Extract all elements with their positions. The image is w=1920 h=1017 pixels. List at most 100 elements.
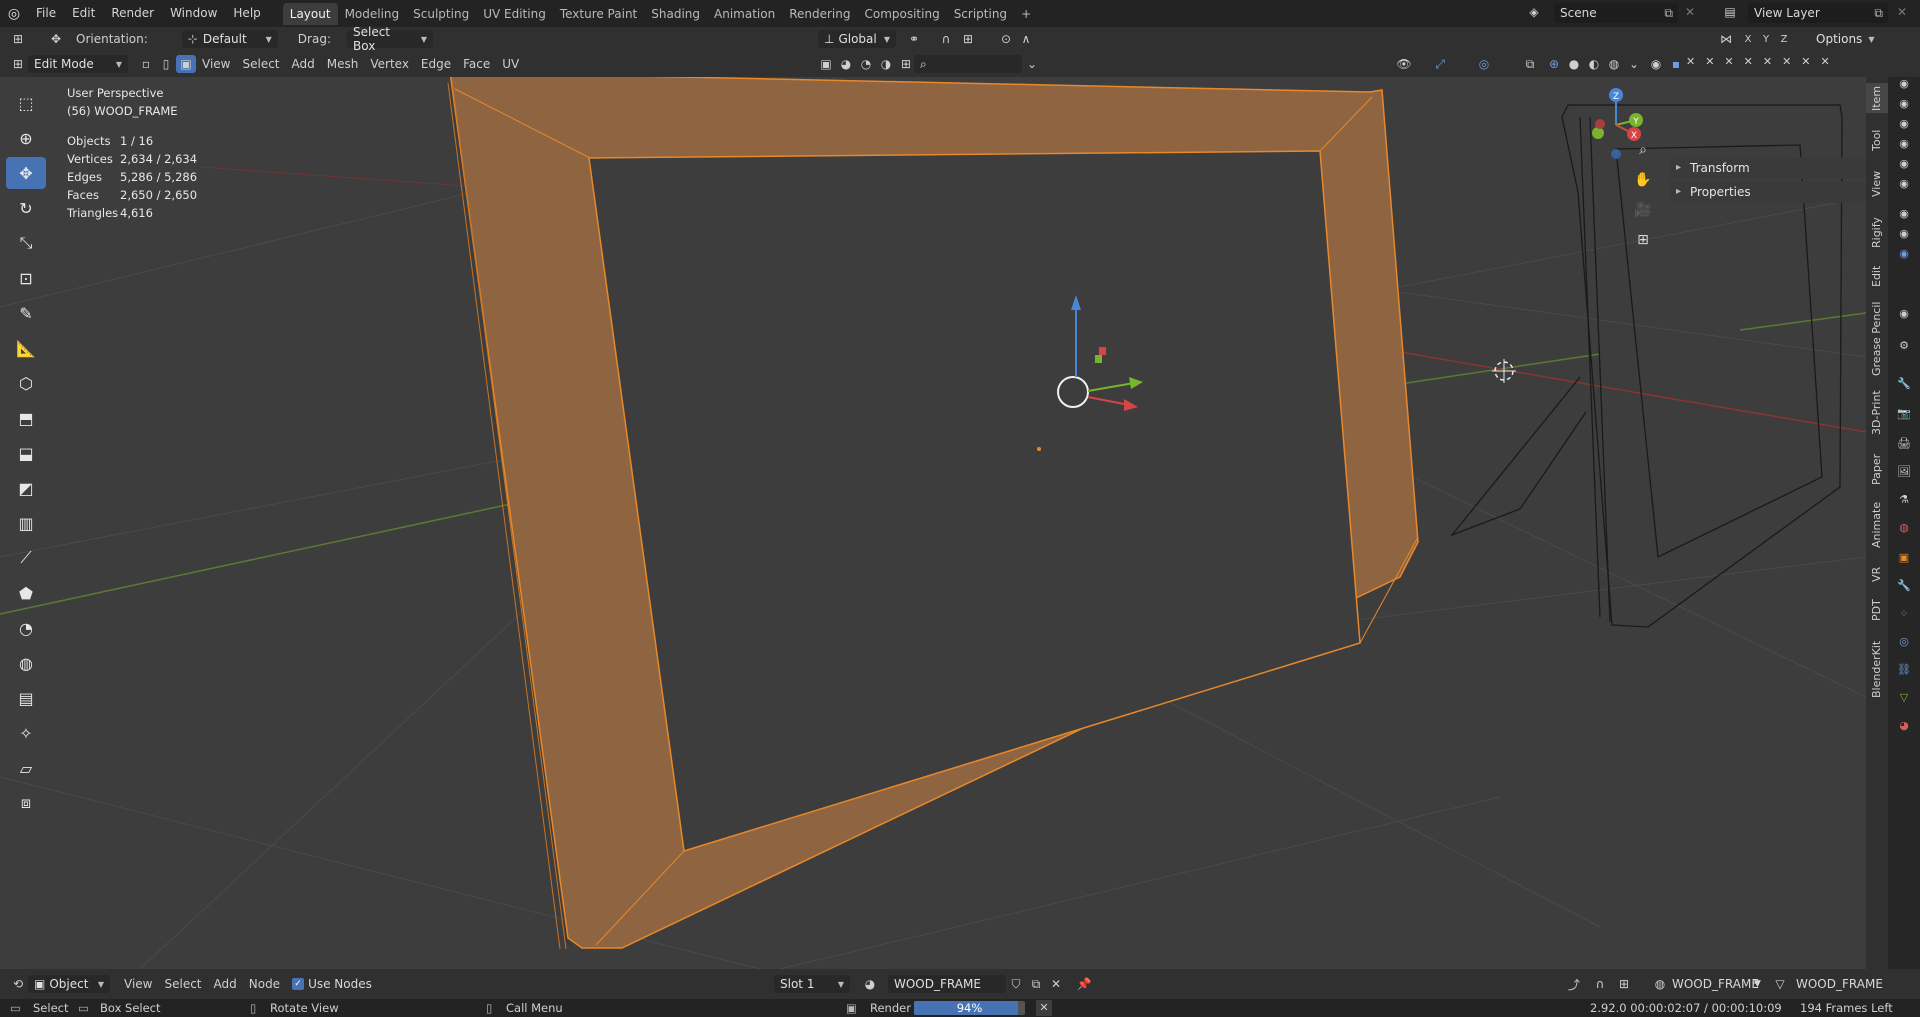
particles-properties-icon[interactable]: ⁘ [1896, 607, 1912, 621]
rendered-shading-icon[interactable]: ◍ [1604, 55, 1624, 73]
move-tool-icon[interactable]: ✥ [46, 30, 66, 48]
rotate-icon[interactable]: ↻ [6, 192, 46, 224]
node-tree-icon[interactable]: ⊞ [896, 55, 916, 73]
tab-grease-pencil[interactable]: Grease Pencil [1866, 299, 1888, 379]
wrench-tool-icon[interactable]: 🔧 [1896, 377, 1912, 391]
orientation-dropdown[interactable]: ⊹ Default ▼ [181, 30, 278, 48]
solid-shading-icon[interactable]: ● [1564, 55, 1584, 73]
unlink-material-icon[interactable]: ✕ [1046, 975, 1066, 993]
editor-type-icon[interactable]: ⊞ [8, 55, 28, 73]
mode-dropdown[interactable]: Edit Mode ▼ [28, 55, 128, 73]
tool-settings-icon[interactable]: ⚙ [1896, 339, 1912, 353]
camera-filter-icon[interactable]: ▪ [1666, 55, 1686, 73]
proportional-edit-icon[interactable]: ⊙ [996, 30, 1016, 48]
eye-icon[interactable]: ◉ [1896, 157, 1912, 171]
eye-icon[interactable]: ◉ [1896, 247, 1912, 261]
extrude-icon[interactable]: ⬒ [6, 402, 46, 434]
menu-render[interactable]: Render [103, 0, 162, 27]
object-mode-dropdown[interactable]: ▣ Object ▼ [28, 975, 110, 993]
wireframe-shading-icon[interactable]: ⊕ [1544, 55, 1564, 73]
tab-animation[interactable]: Animation [707, 3, 782, 25]
vertex-select-icon[interactable]: ▫ [136, 55, 156, 73]
select-mode-set-icon[interactable]: ▣ [816, 55, 836, 73]
menu-select[interactable]: Select [242, 57, 279, 71]
smooth-icon[interactable]: ◍ [6, 647, 46, 679]
view-layer-selector[interactable]: View Layer ⧉ [1748, 3, 1888, 23]
panel-transform[interactable]: Transform [1670, 157, 1866, 179]
pivot-point-icon[interactable]: ⚭ [904, 30, 924, 48]
material-name-field[interactable]: WOOD_FRAME [888, 975, 1006, 993]
shear-icon[interactable]: ▱ [6, 752, 46, 784]
menu-view[interactable]: View [202, 57, 230, 71]
scale-icon[interactable]: ⤡ [6, 227, 46, 259]
tab-layout[interactable]: Layout [282, 2, 338, 25]
menu-face[interactable]: Face [463, 57, 490, 71]
tab-modeling[interactable]: Modeling [338, 3, 407, 25]
xray-toggle-icon[interactable]: ⧉ [1520, 55, 1540, 73]
options-dropdown[interactable]: Options ▼ [1810, 30, 1880, 48]
filter-chevron-icon[interactable]: ⌄ [1022, 55, 1042, 73]
eye-icon[interactable]: ◉ [1896, 307, 1912, 321]
menu-edit[interactable]: Edit [64, 0, 103, 27]
pin-icon[interactable]: 📌 [1074, 975, 1094, 993]
tab-compositing[interactable]: Compositing [857, 3, 946, 25]
mirror-y-toggle[interactable]: Y [1756, 30, 1776, 48]
mesh-data-properties-icon[interactable]: ▽ [1896, 691, 1912, 705]
mirror-z-toggle[interactable]: Z [1774, 30, 1794, 48]
bevel-icon[interactable]: ◩ [6, 472, 46, 504]
annotate-icon[interactable]: ✎ [6, 297, 46, 329]
panel-properties[interactable]: Properties [1670, 181, 1866, 203]
cancel-render-button[interactable]: ✕ [1036, 1000, 1052, 1016]
tab-rigify[interactable]: Rigify [1866, 213, 1888, 253]
measure-icon[interactable]: 📐 [6, 332, 46, 364]
menu-vertex[interactable]: Vertex [370, 57, 409, 71]
add-workspace-icon[interactable]: + [1014, 3, 1038, 25]
menu-mesh[interactable]: Mesh [327, 57, 359, 71]
eye-icon[interactable]: ◉ [1896, 177, 1912, 191]
eye-icon[interactable]: ◉ [1896, 227, 1912, 241]
tab-item[interactable]: Item [1866, 83, 1888, 113]
view-layer-icon[interactable]: ▤ [1720, 3, 1740, 21]
menu-add[interactable]: Add [292, 57, 315, 71]
editor-type-icon[interactable]: ⟲ [8, 975, 28, 993]
tab-view[interactable]: View [1866, 167, 1888, 201]
tab-blenderkit[interactable]: BlenderKit [1866, 633, 1888, 705]
blender-logo-icon[interactable]: ◎ [0, 6, 28, 22]
scene-properties-icon[interactable]: ⚗ [1896, 493, 1912, 507]
eye-icon[interactable]: ◉ [1896, 137, 1912, 151]
drag-dropdown[interactable]: Select Box ▼ [346, 25, 433, 53]
menu-select[interactable]: Select [164, 977, 201, 991]
pan-hand-icon[interactable]: ✋ [1630, 167, 1656, 193]
tab-texture-paint[interactable]: Texture Paint [553, 3, 644, 25]
menu-file[interactable]: File [28, 0, 64, 27]
chevron-down-icon[interactable]: ▼ [1754, 969, 1761, 999]
tab-uv-editing[interactable]: UV Editing [476, 3, 553, 25]
select-box-icon[interactable]: ⬚ [6, 87, 46, 119]
tab-scripting[interactable]: Scripting [947, 3, 1014, 25]
menu-help[interactable]: Help [225, 0, 268, 27]
cursor-icon[interactable]: ⊕ [6, 122, 46, 154]
inset-icon[interactable]: ⬓ [6, 437, 46, 469]
eye-icon[interactable]: ◉ [1896, 117, 1912, 131]
falloff-curve-icon[interactable]: ∧ [1016, 30, 1036, 48]
use-nodes-checkbox[interactable]: ✓ Use Nodes [292, 977, 372, 991]
spin-icon[interactable]: ◔ [6, 612, 46, 644]
snap-target-icon[interactable]: ⊞ [1614, 975, 1634, 993]
parent-node-icon[interactable]: ⤴ [1564, 975, 1584, 993]
copy-view-layer-icon[interactable]: ⧉ [1869, 6, 1888, 21]
tab-sculpting[interactable]: Sculpting [406, 3, 476, 25]
knife-icon[interactable]: ⟋ [6, 542, 46, 574]
rip-region-icon[interactable]: ⧈ [6, 787, 46, 819]
tab-edit[interactable]: Edit [1866, 261, 1888, 291]
visibility-selectability-icon[interactable]: 👁 [1394, 55, 1414, 73]
modifier-properties-icon[interactable]: 🔧 [1896, 579, 1912, 593]
viewport-search-input[interactable]: ⌕ [914, 55, 1022, 73]
copy-scene-icon[interactable]: ⧉ [1659, 6, 1678, 21]
face-select-icon[interactable]: ▣ [176, 55, 196, 73]
material-browse-icon[interactable]: ◕ [860, 975, 880, 993]
right-object-label[interactable]: WOOD_FRAME [1672, 969, 1759, 999]
zoom-icon[interactable]: ⌕ [1630, 137, 1656, 163]
edge-slide-icon[interactable]: ▤ [6, 682, 46, 714]
material-preview-icon[interactable]: ◐ [1584, 55, 1604, 73]
eye-visibility-icon[interactable]: ◉ [1646, 55, 1666, 73]
